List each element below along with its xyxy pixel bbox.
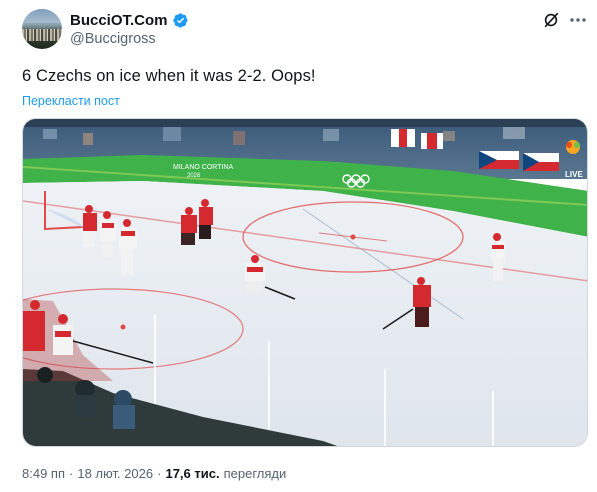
views-label: перегляди	[223, 466, 287, 481]
board-year: 2026	[187, 173, 201, 179]
meta-separator: ·	[69, 466, 74, 481]
avatar[interactable]	[22, 9, 62, 49]
author-handle[interactable]: @Buccigross	[70, 31, 189, 47]
more-icon[interactable]	[568, 11, 588, 29]
tweet-card: BucciOT.Com @Buccigross 6 Czechs on ice …	[0, 0, 597, 492]
hockey-rink-image: MILANO CORTINA 2026 LIVE	[23, 119, 587, 446]
tweet-meta: 8:49 пп · 18 лют. 2026 · 17,6 тис. перег…	[22, 466, 286, 481]
grok-icon[interactable]	[542, 11, 560, 29]
board-text: MILANO CORTINA	[173, 164, 233, 171]
tweet-text: 6 Czechs on ice when it was 2-2. Oops!	[22, 67, 316, 85]
views-count[interactable]: 17,6 тис.	[165, 466, 219, 481]
media-image[interactable]: MILANO CORTINA 2026 LIVE	[22, 118, 588, 447]
tweet-time[interactable]: 8:49 пп	[22, 466, 65, 481]
translate-post-link[interactable]: Перекласти пост	[22, 94, 120, 108]
author-display-name[interactable]: BucciOT.Com	[70, 12, 168, 29]
verified-badge-icon[interactable]	[172, 12, 189, 29]
live-label: LIVE	[565, 170, 583, 179]
author-block: BucciOT.Com @Buccigross	[70, 11, 189, 47]
tweet-date[interactable]: 18 лют. 2026	[77, 466, 153, 481]
meta-separator-2: ·	[157, 466, 162, 481]
